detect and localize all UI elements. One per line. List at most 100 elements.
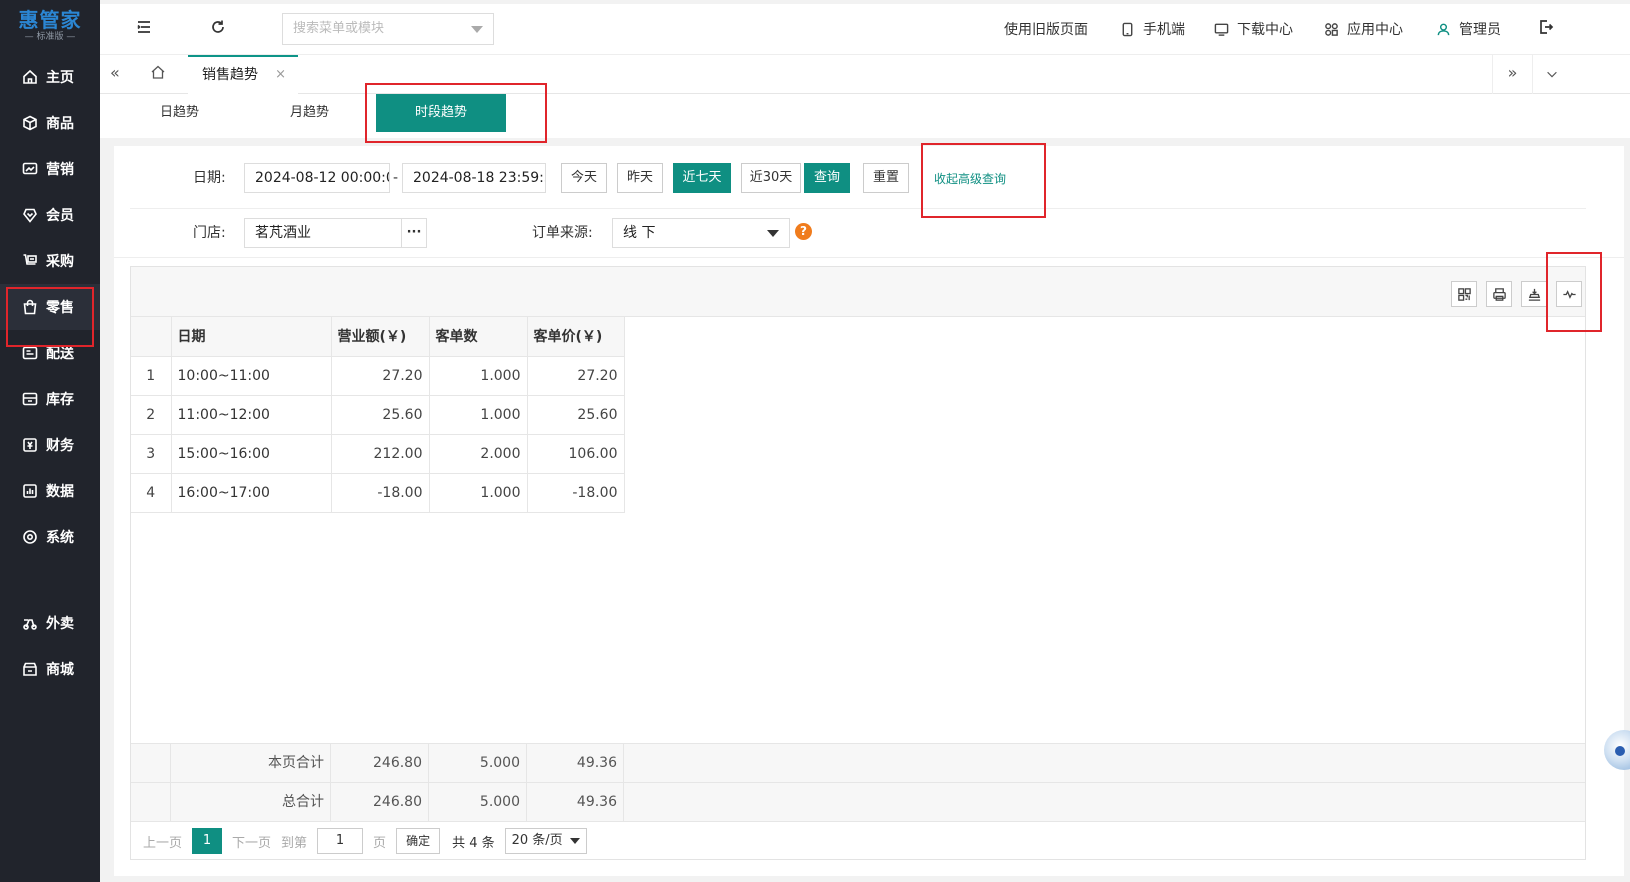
grand-total-row: 总合计 246.80 5.000 49.36 [131,783,1585,822]
collapse-advanced-link[interactable]: 收起高级查询 [934,170,1006,187]
grid-toolbar [131,267,1585,317]
sidebar-item-marketing[interactable]: 营销 [0,146,100,192]
reset-button[interactable]: 重置 [863,163,909,193]
table-row[interactable]: 2 11:00~12:00 25.60 1.000 25.60 [131,395,625,435]
last-7-days-button[interactable]: 近七天 [673,163,731,193]
chevron-down-icon[interactable] [1532,55,1572,94]
sidebar-item-goods[interactable]: 商品 [0,100,100,146]
column-header[interactable]: 客单数 [429,317,528,357]
sidebar-item-finance[interactable]: 财务 [0,422,100,468]
page-total-revenue: 246.80 [331,744,429,783]
date-start-input[interactable]: 2024-08-12 00:00:00 [244,163,390,193]
download-center-link[interactable]: 下载中心 [1214,19,1293,39]
today-button[interactable]: 今天 [561,163,607,193]
sidebar-item-label: 商品 [46,116,74,132]
table-row[interactable]: 3 15:00~16:00 212.00 2.000 106.00 [131,434,625,474]
help-icon[interactable]: ? [795,223,812,240]
yesterday-button[interactable]: 昨天 [617,163,663,193]
apps-label: 应用中心 [1347,22,1403,38]
chevron-down-icon [471,26,483,33]
column-header[interactable]: 客单价(￥) [527,317,625,357]
export-icon[interactable] [1521,281,1547,307]
tab-monthly-trend[interactable]: 月趋势 [290,94,329,138]
logo-edition: — 标准版 — [24,32,76,42]
page-total-row: 本页合计 246.80 5.000 49.36 [131,744,1585,783]
divider [130,208,1586,209]
goto-confirm-button[interactable]: 确定 [396,828,441,854]
grand-total-revenue: 246.80 [331,783,429,822]
sidebar-item-takeaway[interactable]: 外卖 [0,600,100,646]
page-tabs-bar: « 销售趋势 × » [100,54,1630,94]
finance-icon [23,438,37,452]
home-tab-icon[interactable] [150,64,166,80]
sidebar-item-home[interactable]: 主页 [0,54,100,100]
takeaway-icon [23,619,37,630]
home-icon [23,69,37,84]
sidebar-item-system[interactable]: 系统 [0,514,100,560]
purchase-icon [23,254,37,265]
footer-spacer [131,783,171,822]
double-chevron-right-icon[interactable]: » [1492,55,1532,94]
refresh-icon[interactable] [210,19,230,39]
sidebar-item-label: 采购 [46,254,74,270]
avg-price-cell: 106.00 [527,434,625,474]
page-total-label: 本页合计 [171,744,331,783]
table-row[interactable]: 1 10:00~11:00 27.20 1.000 27.20 [131,356,625,396]
store-picker-button[interactable]: ··· [401,218,427,248]
period-cell: 15:00~16:00 [171,434,332,474]
double-chevron-left-icon[interactable]: « [110,63,120,82]
app-center-link[interactable]: 应用中心 [1324,19,1403,39]
sidebar-item-label: 会员 [46,208,74,224]
sidebar-item-member[interactable]: 会员 [0,192,100,238]
menu-toggle-icon[interactable] [136,19,156,39]
tab-daily-trend[interactable]: 日趋势 [160,94,199,138]
close-icon[interactable]: × [275,57,286,93]
order-source-select[interactable]: 线 下 [612,218,790,248]
sidebar-item-purchase[interactable]: 采购 [0,238,100,284]
sidebar-item-inventory[interactable]: 库存 [0,376,100,422]
period-cell: 16:00~17:00 [171,473,332,513]
date-end-input[interactable]: 2024-08-18 23:59:59 [402,163,546,193]
goto-page-input[interactable]: 1 [317,828,364,854]
next-page-button[interactable]: 下一页 [232,832,271,851]
tab-sales-trend[interactable]: 销售趋势 × [188,55,298,94]
sidebar-item-mall[interactable]: 商城 [0,646,100,692]
old-page-link[interactable]: 使用旧版页面 [1004,19,1088,39]
sidebar-item-data[interactable]: 数据 [0,468,100,514]
page-total-avg: 49.36 [527,744,624,783]
mobile-label: 手机端 [1143,22,1185,38]
data-grid: 日期 营业额(￥) 客单数 客单价(￥) 1 10:00~11:00 27.20… [130,266,1586,860]
grand-total-orders: 5.000 [429,783,527,822]
tab-period-trend[interactable]: 时段趋势 [376,94,506,132]
tab-label: 销售趋势 [202,67,258,83]
sidebar-item-label: 配送 [46,346,74,362]
logout-icon[interactable] [1538,19,1558,39]
store-input[interactable]: 茗芃酒业 [244,218,402,248]
sidebar-item-delivery[interactable]: 配送 [0,330,100,376]
revenue-cell: 212.00 [331,434,430,474]
sidebar-item-retail[interactable]: 零售 [0,284,100,330]
grand-total-avg: 49.36 [527,783,624,822]
column-header[interactable]: 日期 [171,317,332,357]
bag-icon [23,299,37,315]
query-button[interactable]: 查询 [804,163,850,193]
menu-search-input[interactable]: 搜索菜单或模块 [282,13,494,45]
print-icon[interactable] [1486,281,1512,307]
search-placeholder: 搜索菜单或模块 [293,21,385,36]
qrcode-icon[interactable] [1451,281,1477,307]
column-header[interactable]: 营业额(￥) [331,317,430,357]
current-page[interactable]: 1 [192,828,223,854]
user-menu[interactable]: 管理员 [1436,19,1501,39]
mobile-link[interactable]: 手机端 [1120,19,1185,39]
page-size-select[interactable]: 20 条/页 [504,828,587,854]
trend-icon [22,162,38,175]
chart-toggle-icon[interactable] [1556,281,1582,307]
last-30-days-button[interactable]: 近30天 [741,163,801,193]
table-row[interactable]: 4 16:00~17:00 -18.00 1.000 -18.00 [131,473,625,513]
old-page-label: 使用旧版页面 [1004,22,1088,38]
user-label: 管理员 [1459,22,1501,38]
orders-cell: 1.000 [429,356,528,396]
data-icon [23,484,37,498]
prev-page-button[interactable]: 上一页 [143,832,182,851]
chevron-down-icon [569,838,580,844]
